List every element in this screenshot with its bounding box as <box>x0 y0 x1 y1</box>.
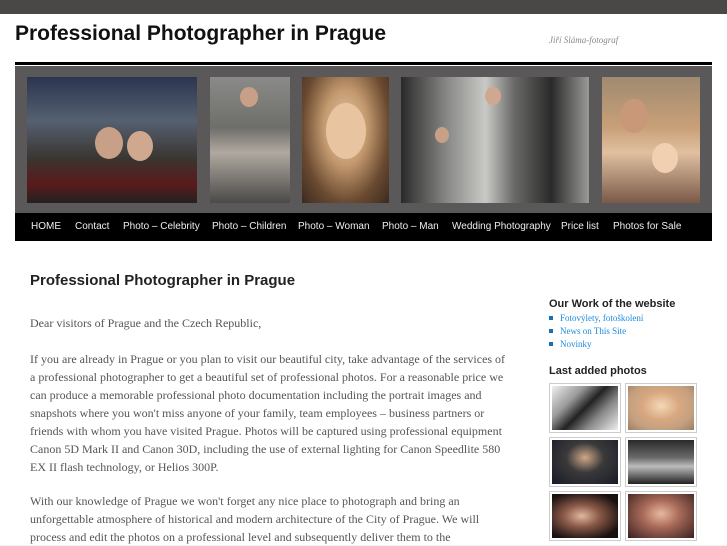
site-description: Jiří Sláma-fotograf <box>549 35 619 45</box>
banner-photo-man-woman <box>602 77 700 203</box>
widget-link-list: Fotovýlety, fotoškolení News on This Sit… <box>549 312 643 351</box>
entry-paragraph: Dear visitors of Prague and the Czech Re… <box>30 316 262 330</box>
site-title[interactable]: Professional Photographer in Prague <box>15 22 386 46</box>
nav-item-contact[interactable]: Contact <box>75 213 109 241</box>
banner-photo-couple <box>401 77 589 203</box>
widget-link-news[interactable]: News on This Site <box>549 325 643 338</box>
entry-paragraph: If you are already in Prague or you plan… <box>30 352 506 474</box>
nav-item-photo-celebrity[interactable]: Photo – Celebrity <box>123 213 200 241</box>
banner-photo-woman-sitting <box>210 77 290 203</box>
nav-item-price-list[interactable]: Price list <box>561 213 599 241</box>
entry-paragraph: With our knowledge of Prague we won't fo… <box>30 494 480 544</box>
widget-title-our-work: Our Work of the website <box>549 298 676 310</box>
header-rule <box>15 62 712 65</box>
nav-item-home[interactable]: HOME <box>31 213 61 241</box>
header-banner <box>15 66 712 213</box>
thumbnail-photo[interactable] <box>625 491 697 541</box>
thumbnail-photo[interactable] <box>625 437 697 487</box>
thumbnail-photo[interactable] <box>549 491 621 541</box>
nav-item-photos-for-sale[interactable]: Photos for Sale <box>613 213 681 241</box>
thumbnail-photo[interactable] <box>549 383 621 433</box>
nav-item-photo-man[interactable]: Photo – Man <box>382 213 439 241</box>
banner-photo-cathedral <box>27 77 197 203</box>
widget-link-fotovylety[interactable]: Fotovýlety, fotoškolení <box>549 312 643 325</box>
widget-link-novinky[interactable]: Novinky <box>549 338 643 351</box>
banner-photo-blonde-portrait <box>302 77 389 203</box>
thumbnail-photo[interactable] <box>549 437 621 487</box>
main-navigation: HOME Contact Photo – Celebrity Photo – C… <box>15 213 712 241</box>
entry-title[interactable]: Professional Photographer in Prague <box>30 272 295 289</box>
widget-title-last-photos: Last added photos <box>549 365 647 377</box>
nav-item-photo-woman[interactable]: Photo – Woman <box>298 213 370 241</box>
nav-item-photo-children[interactable]: Photo – Children <box>212 213 287 241</box>
top-bar <box>0 0 727 14</box>
nav-item-wedding-photography[interactable]: Wedding Photography <box>452 213 551 241</box>
thumbnail-photo[interactable] <box>625 383 697 433</box>
